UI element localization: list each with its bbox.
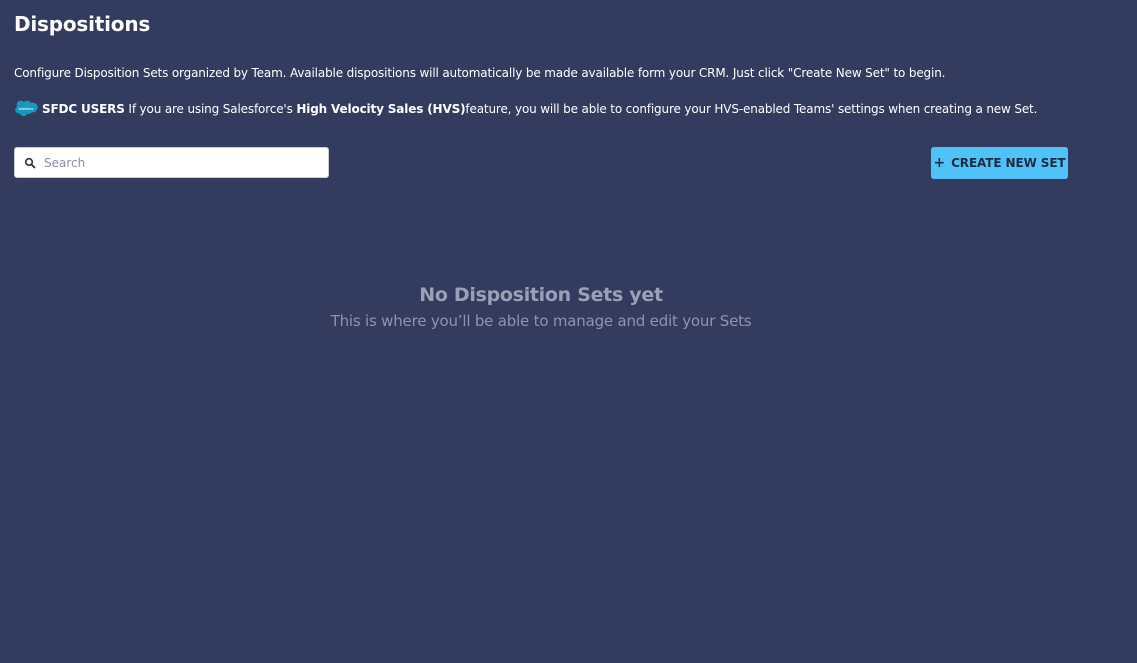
search-input[interactable] xyxy=(44,155,314,170)
page-description: Configure Disposition Sets organized by … xyxy=(14,66,946,80)
sfdc-note: salesforce SFDC USERS If you are using S… xyxy=(14,100,1037,117)
empty-state: No Disposition Sets yet This is where yo… xyxy=(0,284,1082,330)
empty-state-title: No Disposition Sets yet xyxy=(419,284,663,306)
sfdc-feature: High Velocity Sales (HVS) xyxy=(296,101,466,116)
sfdc-text-before: If you are using Salesforce's xyxy=(124,101,297,116)
search-box[interactable] xyxy=(14,147,329,178)
sfdc-text-after: feature, you will be able to configure y… xyxy=(465,101,1038,116)
sfdc-label: SFDC USERS xyxy=(42,101,125,116)
salesforce-logo-icon: salesforce xyxy=(15,100,38,117)
svg-text:salesforce: salesforce xyxy=(19,107,34,111)
page-title: Dispositions xyxy=(14,12,151,36)
search-icon xyxy=(24,157,36,168)
plus-icon: + xyxy=(933,155,946,171)
create-new-set-label: CREATE NEW SET xyxy=(951,156,1066,170)
empty-state-subtitle: This is where you’ll be able to manage a… xyxy=(330,312,752,330)
create-new-set-button[interactable]: + CREATE NEW SET xyxy=(931,147,1068,179)
